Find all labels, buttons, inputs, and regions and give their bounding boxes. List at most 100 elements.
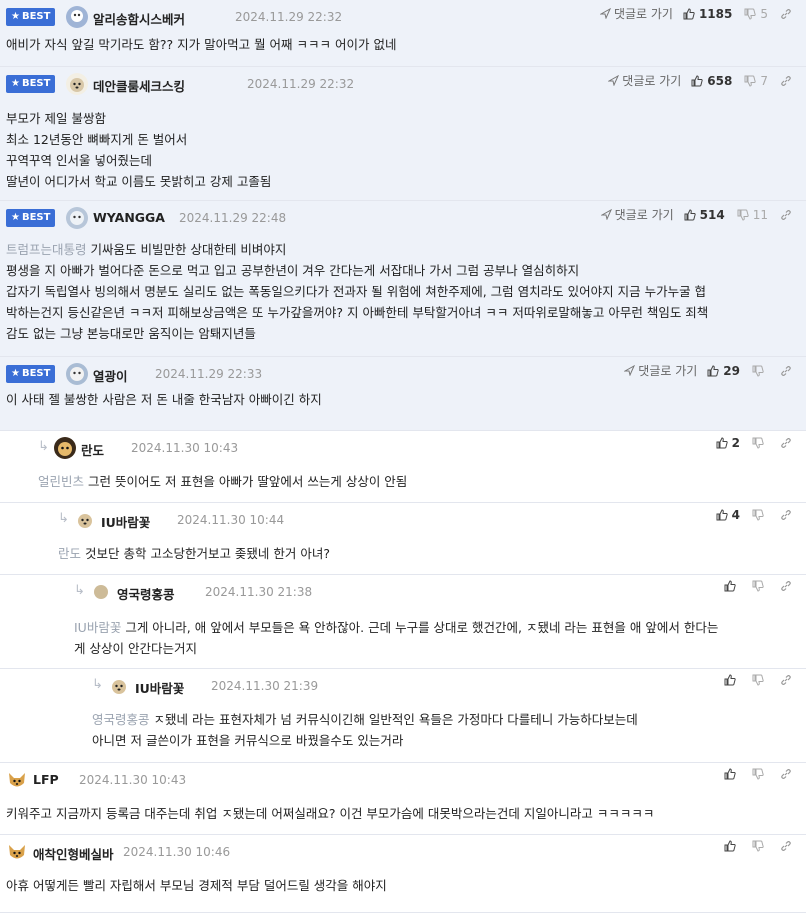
share-link-button[interactable] bbox=[780, 437, 792, 449]
comment-nick[interactable]: WYANGGA bbox=[93, 210, 165, 225]
comment-body: 아휴 어떻게든 빨리 자립해서 부모님 경제적 부담 덜어드릴 생각을 해야지 bbox=[6, 875, 798, 896]
star-icon: ★ bbox=[11, 78, 20, 89]
reply-goto-button[interactable]: 댓글로 가기 bbox=[599, 5, 673, 22]
comment-body: 트럼프는대통령 기싸움도 비빌만한 상대한테 비벼야지 평생을 지 아빠가 벌어다… bbox=[6, 239, 798, 344]
thumbs-down-icon bbox=[744, 8, 757, 20]
avatar bbox=[54, 437, 76, 459]
comment-nick[interactable]: IU바람꽃 bbox=[135, 678, 184, 697]
share-link-button[interactable] bbox=[780, 509, 792, 521]
thumbs-up-icon bbox=[724, 674, 736, 686]
share-link-button[interactable] bbox=[780, 580, 792, 592]
downvote-button[interactable]: 11 bbox=[737, 208, 768, 222]
comment-line: 감도 없는 그냥 본능대로만 움직이는 암퇘지년들 bbox=[6, 326, 256, 341]
link-icon bbox=[781, 209, 791, 220]
comment-line: 게 상상이 안간다는거지 bbox=[74, 641, 197, 656]
comment-nick[interactable]: 데안클룸세크스킹 bbox=[93, 76, 185, 95]
link-icon bbox=[781, 365, 791, 376]
downvote-button[interactable] bbox=[752, 509, 768, 521]
upvote-button[interactable]: 29 bbox=[707, 364, 740, 378]
thumbs-down-icon bbox=[752, 437, 764, 449]
upvote-button[interactable]: 1185 bbox=[683, 7, 732, 21]
upvote-button[interactable] bbox=[724, 580, 740, 592]
share-link-button[interactable] bbox=[780, 840, 792, 852]
thumbs-up-icon bbox=[684, 208, 696, 220]
comment-actions bbox=[724, 674, 792, 686]
link-icon bbox=[781, 438, 791, 448]
comment-nick[interactable]: 란도 bbox=[81, 440, 104, 459]
upvote-button[interactable]: 658 bbox=[691, 74, 732, 88]
upvote-button[interactable] bbox=[724, 840, 740, 852]
share-link-button[interactable] bbox=[780, 768, 792, 780]
comment-actions: 2 bbox=[716, 436, 792, 450]
downvote-button[interactable] bbox=[752, 674, 768, 686]
thumbs-up-icon bbox=[724, 840, 736, 852]
comment: LFP 2024.11.30 10:43 키워주고 지금까지 등록금 대주는데 취업… bbox=[0, 763, 806, 835]
avatar bbox=[66, 73, 88, 95]
downvote-count: 11 bbox=[752, 207, 768, 222]
link-icon bbox=[781, 8, 791, 19]
upvote-button[interactable]: 514 bbox=[684, 208, 725, 222]
avatar bbox=[90, 581, 112, 603]
reply-goto-button[interactable]: 댓글로 가기 bbox=[624, 362, 697, 379]
reply-target-tag[interactable]: 란도 bbox=[58, 546, 81, 561]
thumbs-down-icon bbox=[752, 674, 764, 686]
reply-target-tag[interactable]: 얼린빈츠 bbox=[38, 474, 84, 489]
link-icon bbox=[781, 75, 791, 86]
comment-body: 애비가 자식 앞길 막기라도 함?? 지가 말아먹고 뭘 어째 ㅋㅋㅋ 어이가 … bbox=[6, 34, 798, 55]
downvote-count: 5 bbox=[760, 6, 768, 21]
comment-actions bbox=[724, 580, 792, 592]
star-icon: ★ bbox=[11, 212, 20, 223]
downvote-button[interactable] bbox=[752, 580, 768, 592]
thumbs-up-icon bbox=[716, 509, 728, 521]
avatar bbox=[6, 769, 28, 791]
downvote-button[interactable] bbox=[752, 768, 768, 780]
comment: ↳ 란도 2024.11.30 10:43 2 얼린빈츠 그런 뜻이어도 저 표현을 아… bbox=[0, 431, 806, 503]
comment-body: 부모가 제일 불쌍함 최소 12년동안 뼈빠지게 돈 벌어서 꾸역꾸역 인서울 넣어… bbox=[6, 108, 798, 192]
reply-goto-button[interactable]: 댓글로 가기 bbox=[608, 72, 681, 89]
comment-line: 최소 12년동안 뼈빠지게 돈 벌어서 bbox=[6, 132, 188, 147]
avatar bbox=[74, 509, 96, 531]
downvote-button[interactable] bbox=[752, 840, 768, 852]
upvote-button[interactable]: 4 bbox=[716, 508, 740, 522]
reply-goto-button[interactable]: 댓글로 가기 bbox=[600, 206, 674, 223]
comment-nick[interactable]: 알리송함시스베커 bbox=[93, 9, 185, 28]
downvote-count: 7 bbox=[760, 73, 768, 88]
upvote-button[interactable] bbox=[724, 768, 740, 780]
comment-line: 박하는건지 등신같은년 ㅋㅋ저 피해보상금액은 또 누가갚을꺼야? 지 아빠한테… bbox=[6, 305, 709, 320]
reply-target-tag[interactable]: 트럼프는대통령 bbox=[6, 242, 87, 257]
upvote-count: 4 bbox=[731, 508, 740, 522]
comment-date: 2024.11.30 10:43 bbox=[131, 441, 239, 455]
send-icon bbox=[600, 209, 612, 220]
downvote-button[interactable]: 7 bbox=[744, 74, 768, 88]
downvote-button[interactable] bbox=[752, 365, 768, 377]
share-link-button[interactable] bbox=[780, 209, 792, 221]
comment-date: 2024.11.30 10:44 bbox=[177, 513, 285, 527]
thumbs-down-icon bbox=[752, 768, 764, 780]
comment-line: 딸년이 어디가서 학교 이름도 못밝히고 강제 고졸됨 bbox=[6, 174, 272, 189]
upvote-button[interactable] bbox=[724, 674, 740, 686]
upvote-count: 2 bbox=[731, 436, 740, 450]
reply-arrow-icon: ↳ bbox=[38, 439, 49, 454]
comment-line: 아휴 어떻게든 빨리 자립해서 부모님 경제적 부담 덜어드릴 생각을 해야지 bbox=[6, 878, 387, 893]
upvote-button[interactable]: 2 bbox=[716, 436, 740, 450]
share-link-button[interactable] bbox=[780, 8, 792, 20]
downvote-button[interactable]: 5 bbox=[744, 7, 768, 21]
comment-nick[interactable]: IU바람꽃 bbox=[101, 512, 150, 531]
avatar bbox=[108, 675, 130, 697]
downvote-button[interactable] bbox=[752, 437, 768, 449]
comment-nick[interactable]: LFP bbox=[33, 772, 59, 787]
reply-target-tag[interactable]: IU바람꽃 bbox=[74, 620, 121, 635]
thumbs-up-icon bbox=[707, 364, 719, 376]
comment-nick[interactable]: 열광이 bbox=[93, 366, 128, 385]
reply-target-tag[interactable]: 영국령홍콩 bbox=[92, 712, 150, 727]
share-link-button[interactable] bbox=[780, 365, 792, 377]
share-link-button[interactable] bbox=[780, 674, 792, 686]
thumbs-up-icon bbox=[683, 7, 695, 19]
comment-date: 2024.11.29 22:33 bbox=[155, 367, 263, 381]
comment-nick[interactable]: 애착인형베실바 bbox=[33, 844, 114, 863]
comment: ↳ 영국령홍콩 2024.11.30 21:38 IU바람꽃 그게 아니라, 애 앞에… bbox=[0, 575, 806, 669]
comment-nick[interactable]: 영국령홍콩 bbox=[117, 584, 175, 603]
share-link-button[interactable] bbox=[780, 75, 792, 87]
thumbs-down-icon bbox=[752, 509, 764, 521]
send-icon bbox=[608, 75, 620, 86]
